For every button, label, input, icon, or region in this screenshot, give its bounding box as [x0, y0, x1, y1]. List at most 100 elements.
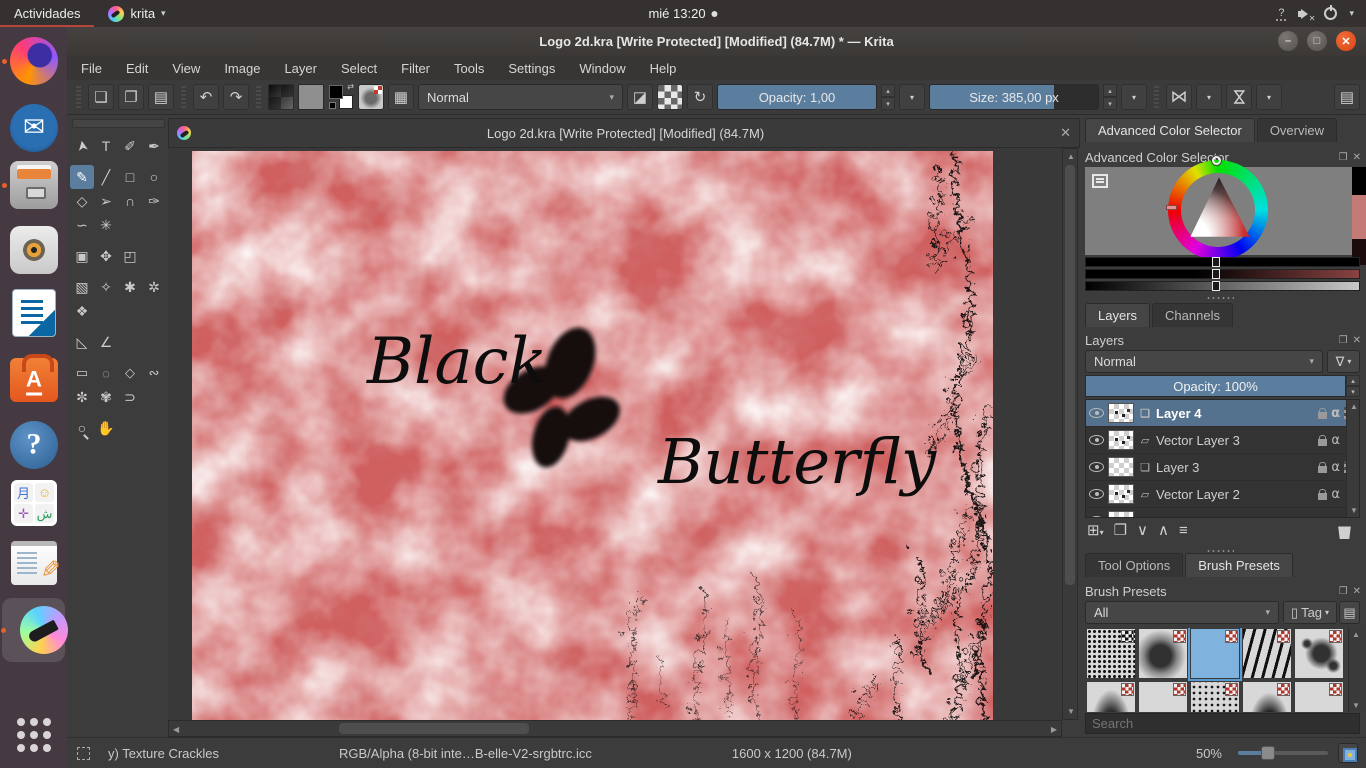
preset-grid-scrollbar[interactable]: ▲ ▼ — [1348, 628, 1361, 712]
dock-item-krita[interactable] — [10, 606, 58, 654]
alpha-lock-icon[interactable]: α — [1331, 433, 1340, 448]
tab-advanced-color-selector[interactable]: Advanced Color Selector — [1085, 118, 1255, 142]
size-options-caret[interactable]: ▾ — [1121, 84, 1147, 110]
tool-polygon[interactable]: ◇ — [70, 189, 94, 213]
tool-polygon-select[interactable]: ◇ — [118, 361, 142, 385]
canvas-only-mode-button[interactable] — [1338, 743, 1358, 763]
scroll-down-icon[interactable]: ▼ — [1350, 506, 1358, 515]
alpha-lock-icon[interactable]: α — [1331, 406, 1340, 421]
menu-edit[interactable]: Edit — [126, 61, 148, 76]
tool-magic-wand-select[interactable]: ✼ — [70, 385, 94, 409]
tag-button[interactable]: ▯ Tag ▾ — [1283, 601, 1337, 624]
channel-bar-2[interactable] — [1085, 269, 1360, 279]
brush-preset[interactable] — [1190, 681, 1240, 712]
reload-preset-button[interactable]: ↻ — [687, 84, 713, 110]
tool-measure[interactable]: ∠ — [94, 330, 118, 354]
tool-text[interactable]: T — [94, 134, 118, 158]
menu-tools[interactable]: Tools — [454, 61, 484, 76]
menu-window[interactable]: Window — [579, 61, 625, 76]
add-layer-button[interactable]: ⊞▾ — [1087, 521, 1104, 539]
tab-layers[interactable]: Layers — [1085, 303, 1150, 327]
mirror-vertical-caret[interactable]: ▾ — [1256, 84, 1282, 110]
duplicate-layer-button[interactable]: ❐ — [1114, 521, 1127, 539]
dock-item-text-editor[interactable] — [10, 539, 58, 587]
menu-view[interactable]: View — [172, 61, 200, 76]
scroll-down-icon[interactable]: ▼ — [1067, 707, 1075, 716]
tool-crop[interactable]: ◰ — [118, 244, 142, 268]
bar-handle[interactable] — [1212, 269, 1220, 279]
channel-bar-3[interactable] — [1085, 281, 1360, 291]
brush-preset[interactable] — [1086, 681, 1136, 712]
layer-row[interactable]: ▱ Vector Layer 2 α — [1086, 481, 1359, 508]
minimize-button[interactable]: – — [1278, 31, 1298, 51]
canvas-image[interactable]: Black Butterfly — [192, 151, 993, 720]
tool-color-sampler[interactable]: ✧ — [94, 275, 118, 299]
document-subwindow-titlebar[interactable]: Logo 2d.kra [Write Protected] [Modified]… — [168, 118, 1080, 148]
tool-select-shapes[interactable]: ➤ — [68, 132, 96, 160]
tool-ellipse-select[interactable]: ◌ — [94, 361, 118, 385]
dock-item-libreoffice-writer[interactable] — [10, 289, 58, 337]
tool-freehand-brush[interactable]: ✎ — [70, 165, 94, 189]
visibility-eye-icon[interactable] — [1089, 489, 1104, 499]
lock-icon[interactable] — [1318, 493, 1327, 500]
layer-properties-button[interactable]: ≡ — [1179, 522, 1188, 539]
opacity-options-caret[interactable]: ▾ — [899, 84, 925, 110]
app-menu[interactable]: krita ▾ — [108, 6, 165, 22]
scroll-up-icon[interactable]: ▲ — [1350, 402, 1358, 411]
clock[interactable]: mié 13:20 — [648, 6, 717, 21]
tool-fill[interactable]: ❖ — [70, 299, 94, 323]
save-document-button[interactable]: ▤ — [148, 84, 174, 110]
swatch-black[interactable] — [1352, 167, 1366, 195]
scroll-right-icon[interactable]: ▶ — [1051, 725, 1057, 734]
vscroll-thumb[interactable] — [1065, 165, 1075, 585]
float-docker-icon[interactable]: ❐ — [1339, 586, 1348, 597]
tool-line[interactable]: ╱ — [94, 165, 118, 189]
preset-view-mode-button[interactable]: ▤ — [1339, 601, 1360, 624]
gradient-chooser-button[interactable] — [268, 84, 294, 110]
tool-similar-color-select[interactable]: ✾ — [94, 385, 118, 409]
show-applications-button[interactable] — [12, 713, 56, 757]
move-layer-down-button[interactable]: ∨ — [1137, 521, 1148, 539]
size-spinner[interactable]: ▴▾ — [1103, 84, 1117, 110]
tool-polyline[interactable]: ➢ — [94, 189, 118, 213]
dock-item-files[interactable] — [10, 161, 58, 209]
selection-mode-icon[interactable] — [77, 747, 90, 760]
new-document-button[interactable]: ❏ — [88, 84, 114, 110]
layers-docker-header[interactable]: Layers ❐ ✕ — [1085, 330, 1361, 350]
canvas-vertical-scrollbar[interactable]: ▲ ▼ — [1062, 148, 1078, 720]
float-docker-icon[interactable]: ❐ — [1339, 335, 1348, 346]
open-document-button[interactable]: ❐ — [118, 84, 144, 110]
mirror-horizontal-caret[interactable]: ▾ — [1196, 84, 1222, 110]
tool-smart-patch[interactable]: ✱ — [118, 275, 142, 299]
splitter-grip[interactable] — [1206, 296, 1234, 300]
tool-calligraphy[interactable]: ✒ — [142, 134, 166, 158]
selector-settings-icon[interactable] — [1092, 174, 1108, 188]
opacity-spinner[interactable]: ▴▾ — [881, 84, 895, 110]
brush-docker-header[interactable]: Brush Presets ❐ ✕ — [1085, 581, 1361, 601]
tab-overview[interactable]: Overview — [1257, 118, 1337, 142]
layer-row[interactable]: ▱ Vector Layer 3 α — [1086, 427, 1359, 454]
layer-list[interactable]: ❏ Layer 4 α ▱ Vector Layer 3 α ❏ Layer 3… — [1085, 399, 1360, 518]
tool-gradient[interactable]: ▧ — [70, 275, 94, 299]
tool-colorize-mask[interactable]: ✲ — [142, 275, 166, 299]
activities-button[interactable]: Actividades — [0, 0, 94, 27]
layer-opacity-slider[interactable]: Opacity: 100% — [1085, 375, 1346, 397]
tool-transform[interactable]: ▣ — [70, 244, 94, 268]
layer-name[interactable]: Vector Layer 2 — [1156, 487, 1314, 502]
float-docker-icon[interactable]: ❐ — [1339, 152, 1348, 163]
tool-zoom[interactable]: ○ — [70, 416, 94, 440]
redo-button[interactable]: ↷ — [223, 84, 249, 110]
lock-icon[interactable] — [1318, 466, 1327, 473]
dock-item-character-map[interactable]: 月☺✛ش — [10, 480, 58, 528]
channel-bar-1[interactable] — [1085, 257, 1360, 267]
brush-preset[interactable] — [1086, 628, 1136, 679]
blending-mode-dropdown[interactable]: Normal ▾ — [418, 84, 623, 110]
maximize-button[interactable]: □ — [1307, 31, 1327, 51]
eraser-mode-button[interactable]: ◪ — [627, 84, 653, 110]
visibility-eye-icon[interactable] — [1089, 435, 1104, 445]
mirror-vertical-button[interactable]: ⋈ — [1226, 84, 1252, 110]
brush-preset[interactable] — [1294, 628, 1344, 679]
scroll-up-icon[interactable]: ▲ — [1352, 630, 1360, 639]
tool-rectangle[interactable]: □ — [118, 165, 142, 189]
layer-name[interactable]: Layer 3 — [1156, 460, 1314, 475]
